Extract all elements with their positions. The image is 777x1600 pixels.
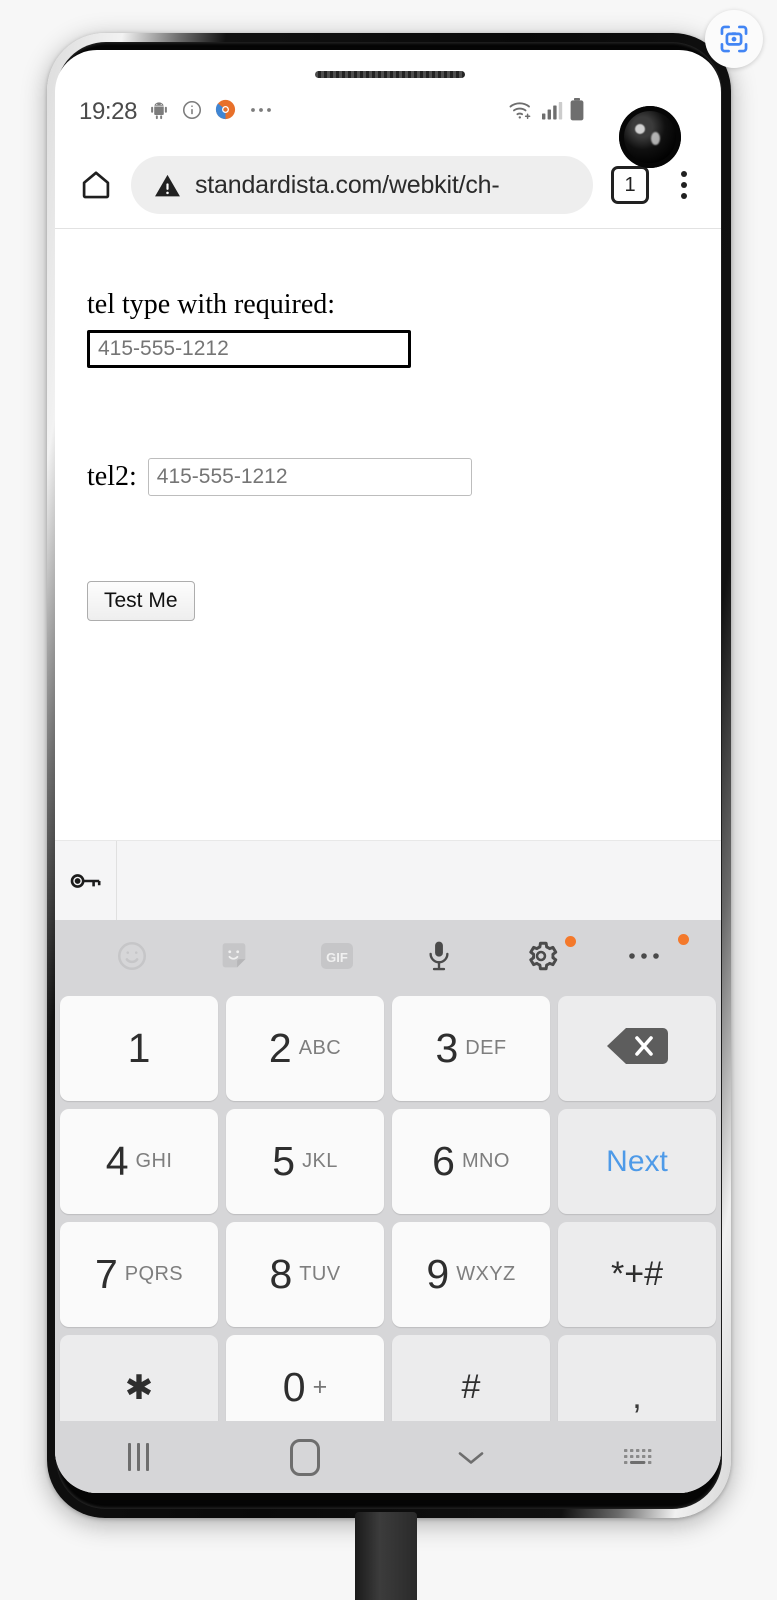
key-digit-label: 0 [282, 1364, 306, 1410]
key-1[interactable]: 1 [60, 996, 218, 1101]
symbol-key-label: # [461, 1368, 481, 1406]
key-4[interactable]: 4 GHI [60, 1109, 218, 1214]
test-me-button[interactable]: Test Me [87, 581, 195, 621]
backspace-icon [605, 1025, 669, 1072]
emoji-smiley-icon[interactable] [81, 920, 183, 992]
home-square-icon[interactable] [222, 1438, 389, 1476]
key-letters-label: GHI [135, 1150, 173, 1172]
key-digit-label: 6 [432, 1138, 455, 1184]
keyboard-row: 4 GHI 5 JKL 6 MNO Next [60, 1109, 716, 1214]
key-letters-label: DEF [465, 1037, 507, 1059]
symbol-key-star-plus-hash[interactable]: *+# [558, 1222, 716, 1327]
url-text: standardista.com/webkit/ch- [195, 170, 500, 199]
key-digit-label: 5 [272, 1138, 296, 1184]
key-2[interactable]: 2 ABC [226, 996, 384, 1101]
tel2-input[interactable] [147, 458, 472, 496]
android-robot-icon [148, 99, 170, 126]
key-digit-label: 8 [269, 1251, 293, 1297]
key-3[interactable]: 3 DEF [392, 996, 550, 1101]
key-9[interactable]: 9 WXYZ [392, 1222, 550, 1327]
status-clock: 19:28 [79, 98, 138, 125]
key-letters-label: TUV [299, 1263, 341, 1285]
status-bar-left: 19:28 [79, 98, 274, 126]
phone-device-frame: 19:28 standardista.com/webkit/ch- 1 tel … [47, 33, 731, 1518]
key-letters-label: WXYZ [456, 1263, 516, 1285]
key-letters-label: PQRS [124, 1263, 184, 1285]
settings-badge-dot [564, 936, 576, 947]
cellular-signal-icon [541, 98, 563, 127]
key-8[interactable]: 8 TUV [226, 1222, 384, 1327]
key-letters-label: ABC [298, 1037, 342, 1059]
tel-required-label: tel type with required: [87, 289, 336, 320]
key-digit-label: 9 [426, 1251, 450, 1297]
wifi-icon [508, 98, 535, 127]
next-key[interactable]: Next [558, 1109, 716, 1214]
keyboard-row: 7 PQRS 8 TUV 9 WXYZ *+# [60, 1222, 716, 1327]
key-letters-label: JKL [302, 1150, 338, 1172]
tel2-label: tel2: [87, 461, 137, 492]
on-screen-keyboard: GIF 1 2 ABC 3 DEF 4 GHI 5 JKL 6 MNO Next… [55, 920, 721, 1493]
key-plus-label: + [312, 1373, 328, 1401]
tel2-row: tel2: [87, 458, 721, 496]
tab-counter-button[interactable]: 1 [611, 166, 649, 204]
key-letters-label: MNO [461, 1150, 510, 1172]
keyboard-row: 1 2 ABC 3 DEF [60, 996, 716, 1101]
scan-camera-icon[interactable] [705, 10, 763, 68]
home-icon[interactable] [73, 162, 119, 208]
tab-count-label: 1 [624, 173, 636, 196]
key-7[interactable]: 7 PQRS [60, 1222, 218, 1327]
key-digit-label: 4 [105, 1138, 129, 1184]
warning-triangle-icon [153, 171, 182, 200]
browser-toolbar: standardista.com/webkit/ch- 1 [55, 142, 721, 228]
battery-icon [569, 97, 585, 127]
phone-screen: 19:28 standardista.com/webkit/ch- 1 tel … [55, 50, 721, 1493]
navigation-bar [55, 1421, 721, 1493]
app-badge-icon [214, 98, 237, 126]
tel-required-input[interactable] [87, 330, 411, 368]
earpiece-speaker-grille [315, 71, 465, 78]
key-digit-label: 7 [94, 1251, 118, 1297]
more-notifications-icon [248, 99, 274, 126]
front-camera-punch-hole [619, 106, 681, 168]
key-icon[interactable] [55, 841, 117, 920]
overflow-dots-icon[interactable] [593, 920, 695, 992]
autofill-suggestion-bar [55, 840, 721, 920]
keyboard-keys-area: 1 2 ABC 3 DEF 4 GHI 5 JKL 6 MNO Next 7 PQRS 8 TUV 9 WXYZ *… [55, 992, 721, 1440]
settings-gear-icon[interactable] [490, 920, 592, 992]
recent-apps-icon[interactable] [55, 1443, 222, 1471]
comma-key-label: , [632, 1378, 642, 1416]
usb-cable-connector [355, 1512, 417, 1600]
info-circle-icon [181, 99, 203, 126]
microphone-icon[interactable] [388, 920, 490, 992]
overflow-badge-dot [677, 934, 689, 945]
gif-icon[interactable]: GIF [286, 920, 388, 992]
key-5[interactable]: 5 JKL [226, 1109, 384, 1214]
next-key-label: Next [606, 1144, 668, 1178]
key-digit-label: 3 [435, 1025, 459, 1071]
symbol-key-label: *+# [611, 1255, 663, 1293]
keyboard-toolbar: GIF [55, 920, 721, 992]
symbol-key-label: ✱ [124, 1368, 154, 1407]
keyboard-switch-icon[interactable] [555, 1445, 722, 1469]
sticker-icon[interactable] [183, 920, 285, 992]
three-dot-menu-icon[interactable] [665, 171, 703, 199]
web-page-content: tel type with required: tel2: Test Me [55, 229, 721, 840]
key-digit-label: 1 [127, 1025, 151, 1071]
key-digit-label: 2 [268, 1025, 292, 1071]
chevron-down-icon[interactable] [388, 1445, 555, 1469]
backspace-key[interactable] [558, 996, 716, 1101]
key-6[interactable]: 6 MNO [392, 1109, 550, 1214]
svg-text:GIF: GIF [326, 950, 348, 965]
url-bar[interactable]: standardista.com/webkit/ch- [131, 156, 593, 214]
